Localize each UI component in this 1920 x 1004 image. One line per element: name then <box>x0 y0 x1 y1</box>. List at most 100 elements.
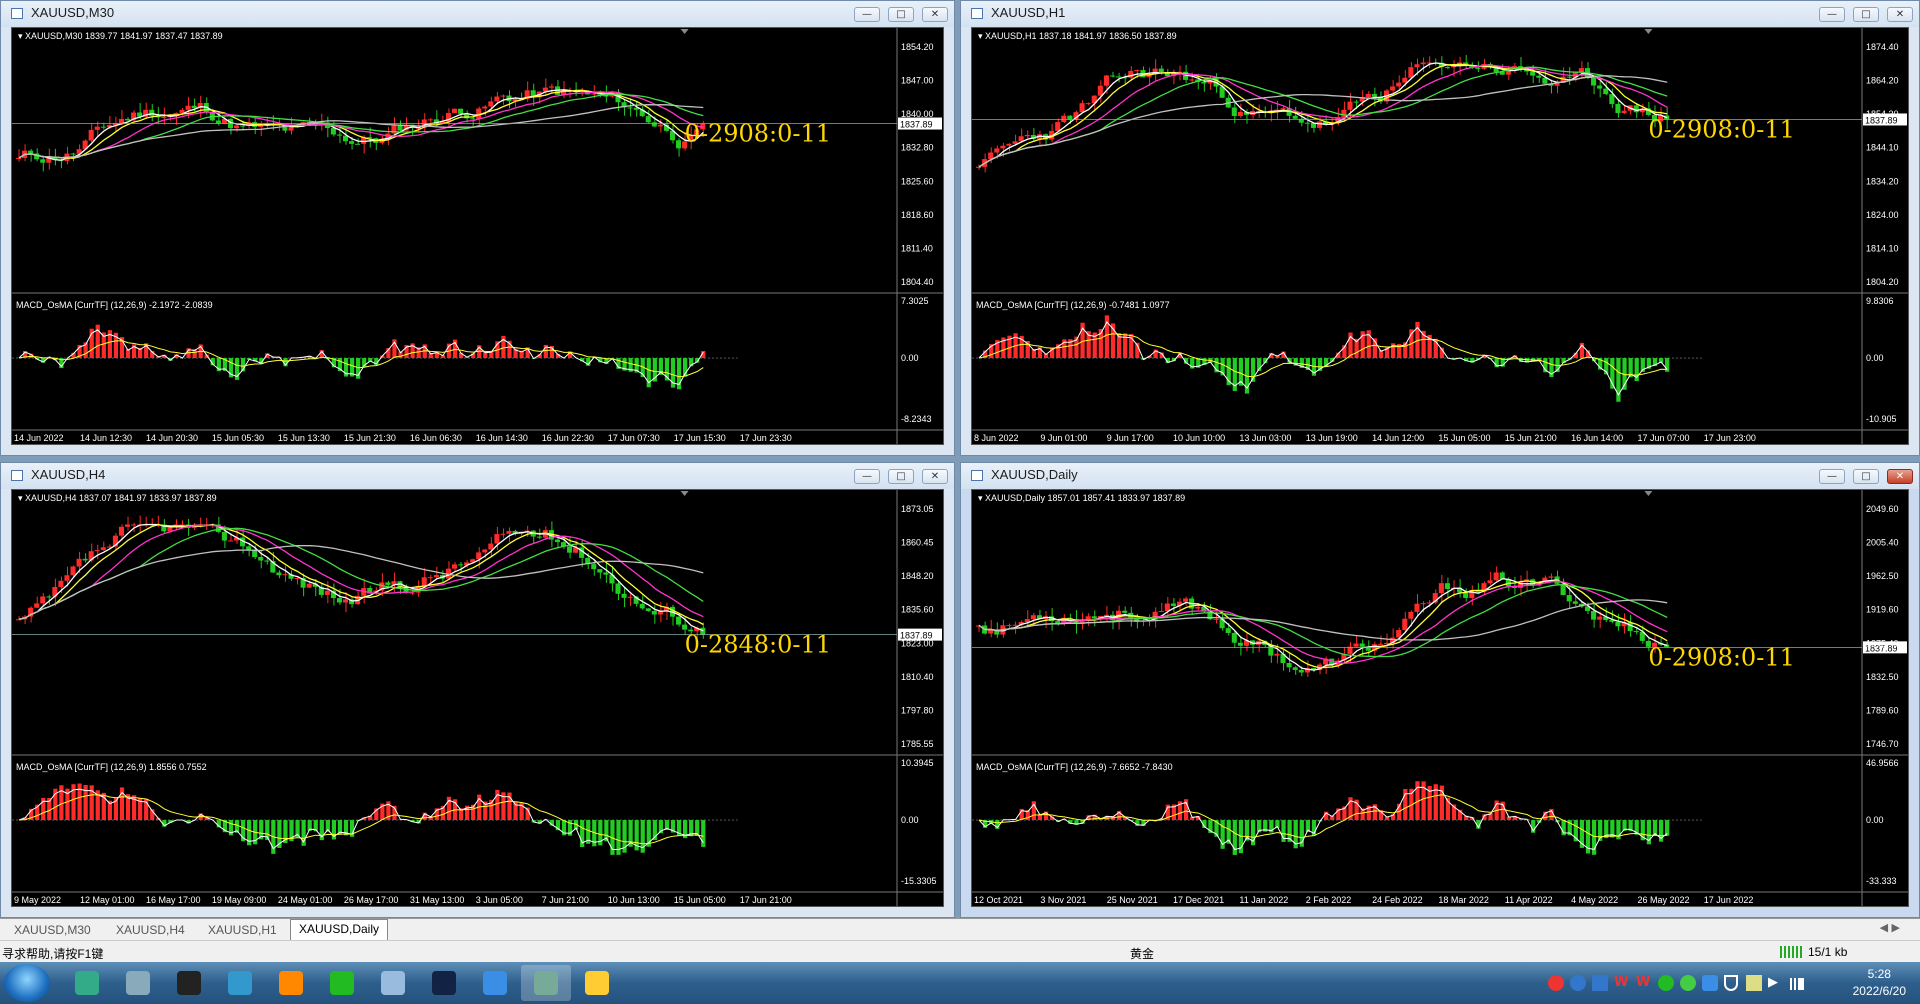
candle-body <box>1463 592 1469 599</box>
candle-body <box>1621 110 1627 114</box>
photoshop-icon[interactable] <box>419 965 469 1001</box>
firefox-icon[interactable] <box>266 965 316 1001</box>
tab-h4[interactable]: XAUUSD,H4 <box>108 921 193 939</box>
price-axis-label: 1848.20 <box>901 571 934 581</box>
candle-body <box>70 566 76 576</box>
notes-icon[interactable] <box>368 965 418 1001</box>
network-icon[interactable] <box>1790 978 1804 990</box>
candle-body <box>1566 76 1572 78</box>
tab-h1[interactable]: XAUUSD,H1 <box>200 921 285 939</box>
price-axis-label: 1860.45 <box>901 538 934 548</box>
candle-body <box>1408 611 1414 619</box>
chart-window-h4[interactable]: XAUUSD,H4 — □ ✕ 1837.89 1873.05 1860.45 184… <box>0 462 955 918</box>
monitor-icon[interactable] <box>215 965 265 1001</box>
candle-body <box>88 129 94 141</box>
candle-body <box>1030 615 1036 620</box>
chart-canvas-h4[interactable]: 1837.89 1873.05 1860.45 1848.20 1835.60 1823.… <box>11 489 944 907</box>
candle-body <box>1097 85 1103 96</box>
candle-body <box>1414 603 1420 612</box>
app-icon[interactable] <box>62 965 112 1001</box>
system-clock[interactable]: 5:28 2022/6/20 <box>1853 966 1906 1000</box>
price-axis-label: 1832.50 <box>1866 672 1899 682</box>
macd-axis-label: 0.00 <box>1866 353 1884 363</box>
maximize-button[interactable]: □ <box>888 7 914 22</box>
candle-body <box>233 125 240 129</box>
minimize-button[interactable]: — <box>1819 469 1845 484</box>
close-button[interactable]: ✕ <box>1887 469 1913 484</box>
candle-body <box>1408 67 1414 78</box>
chart-canvas-m30[interactable]: 1837.89 1854.20 1847.00 1840.00 1832.80 1825.… <box>11 27 944 445</box>
close-button[interactable]: ✕ <box>1887 7 1913 22</box>
candle-body <box>591 564 597 570</box>
candle-body <box>645 608 651 611</box>
maximize-button[interactable]: □ <box>888 469 914 484</box>
price-axis-label: 1832.80 <box>901 143 934 153</box>
maximize-button[interactable]: □ <box>1853 7 1879 22</box>
start-orb-icon[interactable] <box>4 964 50 1002</box>
overlay-text: 0-2908:0-11 <box>1648 643 1794 671</box>
time-axis-label: 17 Jun 15:30 <box>674 433 726 443</box>
time-axis-label: 2 Feb 2022 <box>1306 895 1352 905</box>
close-button[interactable]: ✕ <box>922 469 948 484</box>
candle-body <box>264 560 270 562</box>
volume-icon[interactable]: ▶ <box>1768 975 1784 991</box>
window-titlebar[interactable]: XAUUSD,H1 — □ ✕ <box>961 1 1919 27</box>
time-axis-label: 9 Jun 17:00 <box>1107 433 1154 443</box>
time-axis-label: 12 Oct 2021 <box>974 895 1023 905</box>
candle-body <box>567 546 573 553</box>
minimize-button[interactable]: — <box>1819 7 1845 22</box>
candle-body <box>1292 667 1298 670</box>
tray-app-icon[interactable] <box>1592 975 1608 991</box>
candle-body <box>1487 580 1493 584</box>
close-button[interactable]: ✕ <box>922 7 948 22</box>
candle-body <box>988 152 994 160</box>
time-axis-label: 17 Jun 23:30 <box>740 433 792 443</box>
window-titlebar[interactable]: XAUUSD,Daily — □ ✕ <box>961 463 1919 489</box>
chart-window-daily[interactable]: XAUUSD,Daily — □ ✕ 1837.89 2049.60 2005.40… <box>960 462 1920 918</box>
chart-canvas-daily[interactable]: 1837.89 2049.60 2005.40 1962.50 1919.60 1875.… <box>971 489 1909 907</box>
flag-icon[interactable] <box>1746 975 1762 991</box>
wechat-tray-icon[interactable] <box>1658 975 1674 991</box>
wechat-icon[interactable] <box>317 965 367 1001</box>
shift-marker-icon <box>680 29 689 34</box>
feishu-tray-icon[interactable] <box>1702 975 1718 991</box>
symbol-info-label: ▾ XAUUSD,M30 1839.77 1841.97 1837.47 183… <box>18 31 223 41</box>
feishu-icon[interactable] <box>470 965 520 1001</box>
explorer-icon[interactable] <box>113 965 163 1001</box>
tab-scroll-arrows-icon[interactable]: ◀ ▶ <box>1880 921 1900 934</box>
mt4-icon[interactable] <box>164 965 214 1001</box>
price-axis-label: 1834.20 <box>1866 176 1899 186</box>
candle-body <box>1280 108 1286 110</box>
time-axis-label: 17 Jun 07:30 <box>608 433 660 443</box>
tab-m30[interactable]: XAUUSD,M30 <box>6 921 99 939</box>
network-app-icon-glyph <box>534 971 558 995</box>
candle-body <box>1548 576 1554 578</box>
network-app-icon[interactable] <box>521 965 571 1001</box>
shield-icon[interactable] <box>1724 975 1738 991</box>
chart-window-h1[interactable]: XAUUSD,H1 — □ ✕ 1837.89 1874.40 1864.20 185… <box>960 0 1920 456</box>
wps-icon[interactable]: W <box>1614 975 1630 991</box>
time-axis-label: 31 May 13:00 <box>410 895 465 905</box>
chart-window-icon <box>971 470 983 481</box>
candle-body <box>82 558 88 561</box>
wps-icon-2[interactable]: W <box>1636 975 1652 991</box>
candle-body <box>1158 68 1164 73</box>
time-axis-label: 4 May 2022 <box>1571 895 1618 905</box>
candle-body <box>1189 79 1195 81</box>
time-axis-label: 26 May 2022 <box>1637 895 1689 905</box>
folder-icon[interactable] <box>572 965 622 1001</box>
sogou-icon[interactable] <box>1548 975 1564 991</box>
feishu-icon-glyph <box>483 971 507 995</box>
chart-canvas-h1[interactable]: 1837.89 1874.40 1864.20 1854.30 1844.10 1834.… <box>971 27 1909 445</box>
minimize-button[interactable]: — <box>854 469 880 484</box>
window-titlebar[interactable]: XAUUSD,H4 — □ ✕ <box>1 463 954 489</box>
wechat-tray-icon-2[interactable] <box>1680 975 1696 991</box>
tab-daily[interactable]: XAUUSD,Daily <box>290 919 389 941</box>
minimize-button[interactable]: — <box>854 7 880 22</box>
candle-body <box>1018 136 1024 142</box>
help-tray-icon[interactable] <box>1570 975 1586 991</box>
candle-body <box>1085 103 1091 105</box>
window-titlebar[interactable]: XAUUSD,M30 — □ ✕ <box>1 1 954 27</box>
maximize-button[interactable]: □ <box>1853 469 1879 484</box>
chart-window-m30[interactable]: XAUUSD,M30 — □ ✕ 1837.89 1854.20 1847.00 18… <box>0 0 955 456</box>
